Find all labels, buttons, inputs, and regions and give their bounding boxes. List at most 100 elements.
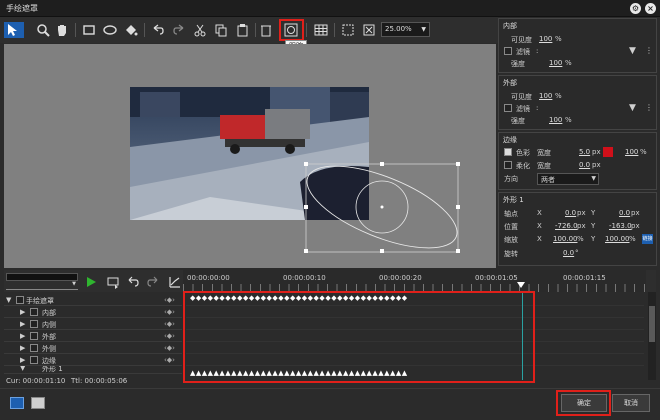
keyframe-nav-icon[interactable]: ‹◆› [164,296,175,304]
layout-dual-icon[interactable] [31,397,45,409]
expand-icon[interactable]: ▶ [20,344,25,352]
copy-icon[interactable] [213,22,229,38]
chevron-down-icon: ▼ [72,281,76,287]
edge-color-label: 色彩 [516,149,530,157]
tree-row-edge[interactable]: ▶ 边缘 ‹◆› [4,354,182,366]
paste-icon[interactable] [234,22,250,38]
filter-funnel-icon[interactable]: ▼ [629,46,636,56]
mask-shape[interactable] [300,160,465,255]
outer-visibility-value[interactable]: 100 [539,92,552,100]
ruler-label: 00:00:00:20 [379,274,422,282]
scale-x-value[interactable]: 100.00 [553,235,578,243]
expand-icon[interactable]: ▼ [6,296,11,304]
more-icon[interactable]: ⋮ [645,46,653,55]
axis-label: 轴点 [504,210,518,218]
soften-width-label: 宽度 [537,162,551,170]
expand-icon[interactable]: ▶ [20,320,25,328]
redo-icon[interactable] [146,275,160,289]
expand-icon[interactable]: ▼ [20,366,25,372]
outer-strength-value[interactable]: 100 [549,116,562,124]
close-icon[interactable]: × [645,3,656,14]
track-checkbox[interactable] [30,344,38,352]
grid-icon[interactable] [313,22,329,38]
axis-x-value[interactable]: 0.0 [565,209,576,217]
outer-filter-checkbox[interactable] [504,104,512,112]
select-arrow-icon[interactable] [4,22,24,38]
track-checkbox[interactable] [30,308,38,316]
outer-panel: 外部 可见度 100 % 滤镜 : ▼ ⋮ 强度 100 % [498,75,657,130]
track-label: 外形 1 [42,366,63,373]
keyframe-highlight [183,291,535,383]
tree-row-mask[interactable]: ▼ 手绘遮罩 ‹◆› [4,294,182,306]
playhead-marker[interactable] [517,282,525,288]
edge-color-checkbox[interactable] [504,148,512,156]
position-y-value[interactable]: -163.0 [609,222,632,230]
edge-width-value[interactable]: 5.0 [579,148,590,156]
expand-icon[interactable]: ▶ [20,356,25,364]
undo-icon[interactable] [126,275,140,289]
actual-size-icon[interactable] [361,22,377,38]
track-checkbox[interactable] [30,320,38,328]
inner-visibility-value[interactable]: 100 [539,35,552,43]
track-label: 内部 [42,309,56,317]
loop-icon[interactable] [106,275,120,289]
timeline-ruler[interactable]: 00:00:00:00 00:00:00:10 00:00:00:20 00:0… [183,270,646,292]
timeline-zoom-slider[interactable] [6,273,78,281]
edge-color-swatch[interactable] [603,147,613,157]
keyframe-nav-icon[interactable]: ‹◆› [164,308,175,316]
edge-soften-label: 柔化 [516,162,530,170]
track-label: 手绘遮罩 [26,297,54,305]
cancel-button[interactable]: 取消 [612,394,650,412]
gear-icon[interactable]: ⚙ [630,3,641,14]
ellipse-tool-icon[interactable] [102,22,118,38]
keyframe-nav-icon[interactable]: ‹◆› [164,356,175,364]
tree-row-inner[interactable]: ▶ 内部 ‹◆› [4,306,182,318]
more-icon[interactable]: ⋮ [645,103,653,112]
ok-button-highlight [556,390,611,416]
scale-y-value[interactable]: 100.00 [605,235,630,243]
play-icon[interactable] [84,275,98,289]
axis-y-value[interactable]: 0.0 [619,209,630,217]
paint-bucket-icon[interactable] [123,22,139,38]
scrollbar-thumb[interactable] [649,306,655,342]
hand-pan-icon[interactable] [54,22,70,38]
zoom-icon[interactable] [35,22,51,38]
keyframe-nav-icon[interactable]: ‹◆› [164,344,175,352]
ruler-label: 00:00:01:05 [475,274,518,282]
redo-icon[interactable] [171,22,187,38]
direction-select[interactable]: 两者 ▼ [537,173,599,185]
tree-row-outside[interactable]: ▶ 外侧 ‹◆› [4,342,182,354]
tree-row-outer[interactable]: ▶ 外部 ‹◆› [4,330,182,342]
layout-single-icon[interactable] [10,397,24,409]
expand-icon[interactable]: ▶ [20,308,25,316]
tree-row-shape[interactable]: ▼ 外形 1 [4,366,182,374]
rectangle-tool-icon[interactable] [81,22,97,38]
track-checkbox[interactable] [30,356,38,364]
edge-color-pct-value[interactable]: 100 [625,148,638,156]
link-scale-icon[interactable]: 链接 [642,234,653,244]
rotate-value[interactable]: 0.0 [563,249,574,257]
undo-icon[interactable] [150,22,166,38]
position-x-value[interactable]: -726.0 [555,222,578,230]
vertical-scrollbar[interactable] [648,292,656,380]
tree-row-inside[interactable]: ▶ 内侧 ‹◆› [4,318,182,330]
ruler-label: 00:00:00:00 [187,274,230,282]
edge-panel: 边缘 色彩 宽度 5.0 px 100 % 柔化 宽度 0.0 px 方向 两者… [498,132,657,190]
timeline-scale-select[interactable]: ▼ [6,281,78,290]
inner-filter-checkbox[interactable] [504,47,512,55]
soften-width-value[interactable]: 0.0 [579,161,590,169]
expand-icon[interactable]: ▶ [20,332,25,340]
filter-funnel-icon[interactable]: ▼ [629,103,636,113]
inner-panel: 内部 可见度 100 % 滤镜 : ▼ ⋮ 强度 100 % [498,18,657,73]
zoom-select[interactable]: 25.00% ▼ [381,22,430,37]
delete-icon[interactable] [258,22,274,38]
track-checkbox[interactable] [16,296,24,304]
scissors-icon[interactable] [192,22,208,38]
fit-to-screen-icon[interactable] [340,22,356,38]
keyframe-nav-icon[interactable]: ‹◆› [164,332,175,340]
keyframe-nav-icon[interactable]: ‹◆› [164,320,175,328]
inner-strength-value[interactable]: 100 [549,59,562,67]
curve-graph-icon[interactable] [168,275,182,289]
track-checkbox[interactable] [30,332,38,340]
edge-soften-checkbox[interactable] [504,161,512,169]
